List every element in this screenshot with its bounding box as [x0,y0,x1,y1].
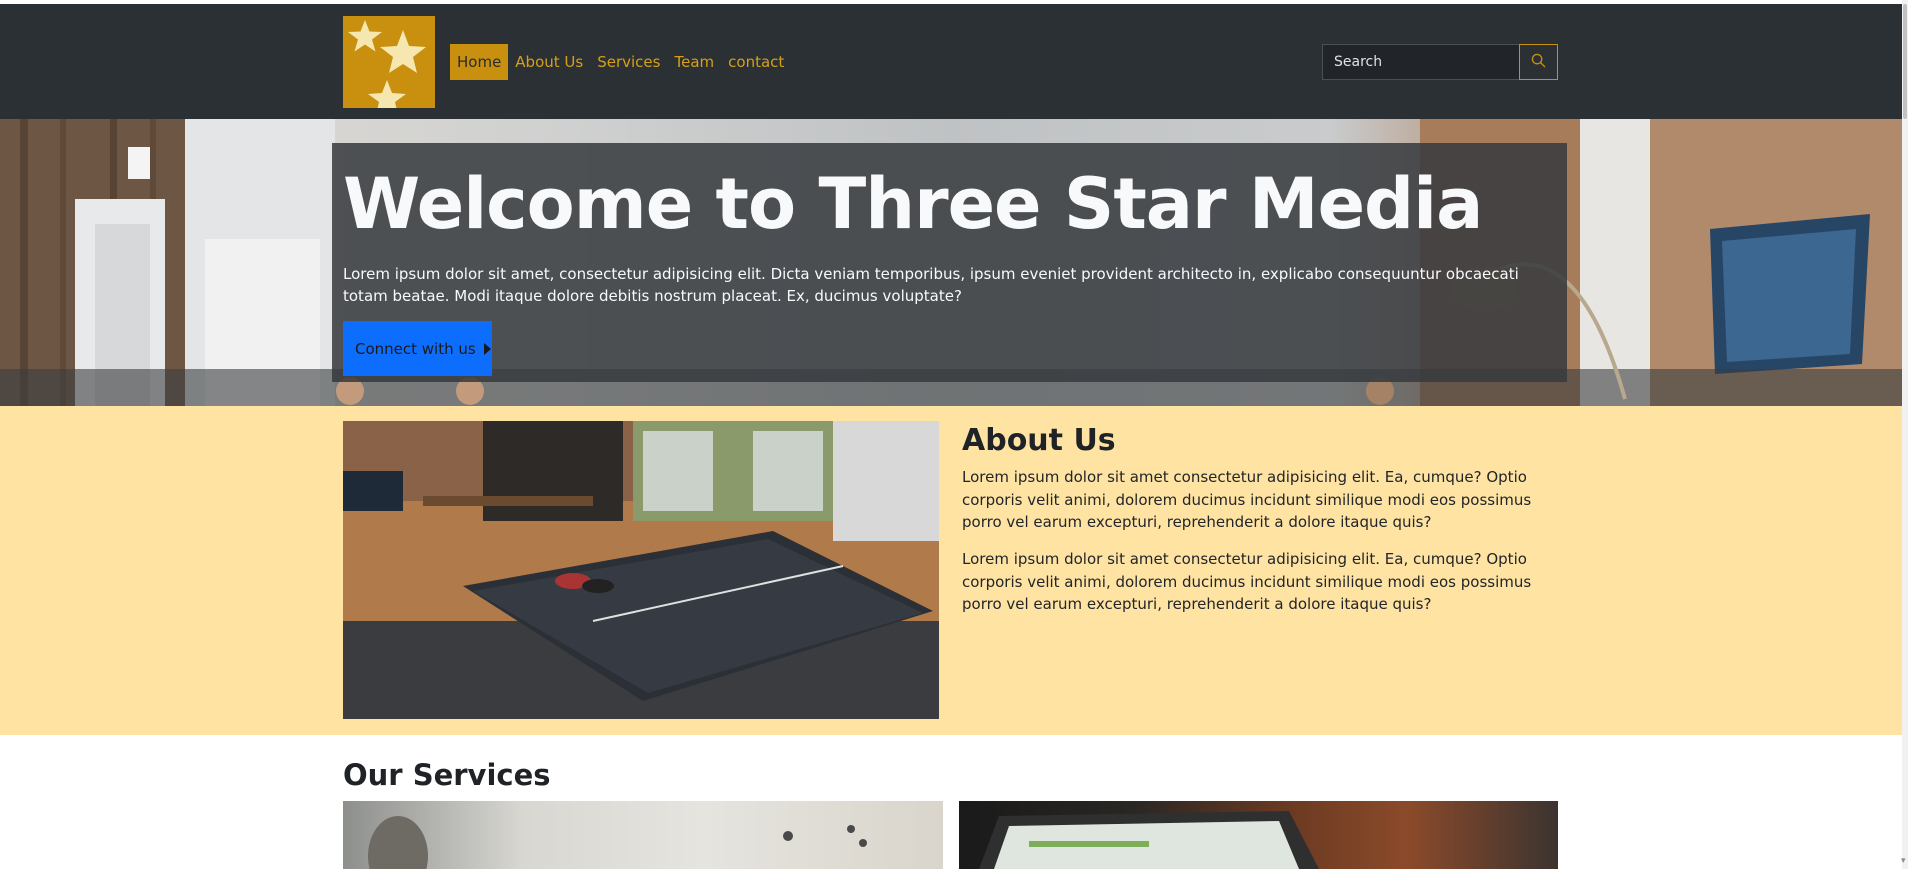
scrollbar[interactable] [1902,0,1908,869]
search-input[interactable] [1322,44,1519,80]
scroll-down-icon[interactable]: ▾ [1901,856,1906,866]
about-section: About Us Lorem ipsum dolor sit amet cons… [0,406,1902,735]
about-paragraph-2: Lorem ipsum dolor sit amet consectetur a… [962,550,1532,613]
about-title: About Us [962,423,1116,458]
nav-link-team[interactable]: Team [667,44,721,80]
services-title: Our Services [343,758,551,792]
nav-link-home[interactable]: Home [450,44,509,80]
hero-text: Lorem ipsum dolor sit amet, consectetur … [343,265,1519,305]
connect-with-us-button[interactable]: Connect with us [343,321,492,376]
nav-link-services[interactable]: Services [590,44,667,80]
navbar: Home About Us Services Team contact [0,4,1902,119]
three-stars-logo[interactable] [343,16,435,108]
hero-section: Welcome to Three Star Media Lorem ipsum … [0,119,1902,406]
page: Home About Us Services Team contact Sear… [0,0,1902,869]
service-card-image [959,801,1558,869]
search-button[interactable] [1519,44,1558,80]
search-form [1322,44,1558,80]
nav-link-about-us[interactable]: About Us [508,44,590,80]
nav-link-contact[interactable]: contact [721,44,791,80]
nav-links: Home About Us Services Team contact [450,44,791,80]
about-paragraph-1: Lorem ipsum dolor sit amet consectetur a… [962,468,1532,531]
hero-title: Welcome to Three Star Media [343,163,1483,245]
caret-right-icon [483,342,491,355]
about-photo [343,421,939,719]
scrollbar-thumb[interactable] [1903,4,1907,119]
connect-button-label: Connect with us [355,339,476,358]
service-card-image [343,801,943,869]
search-icon [1531,53,1546,72]
